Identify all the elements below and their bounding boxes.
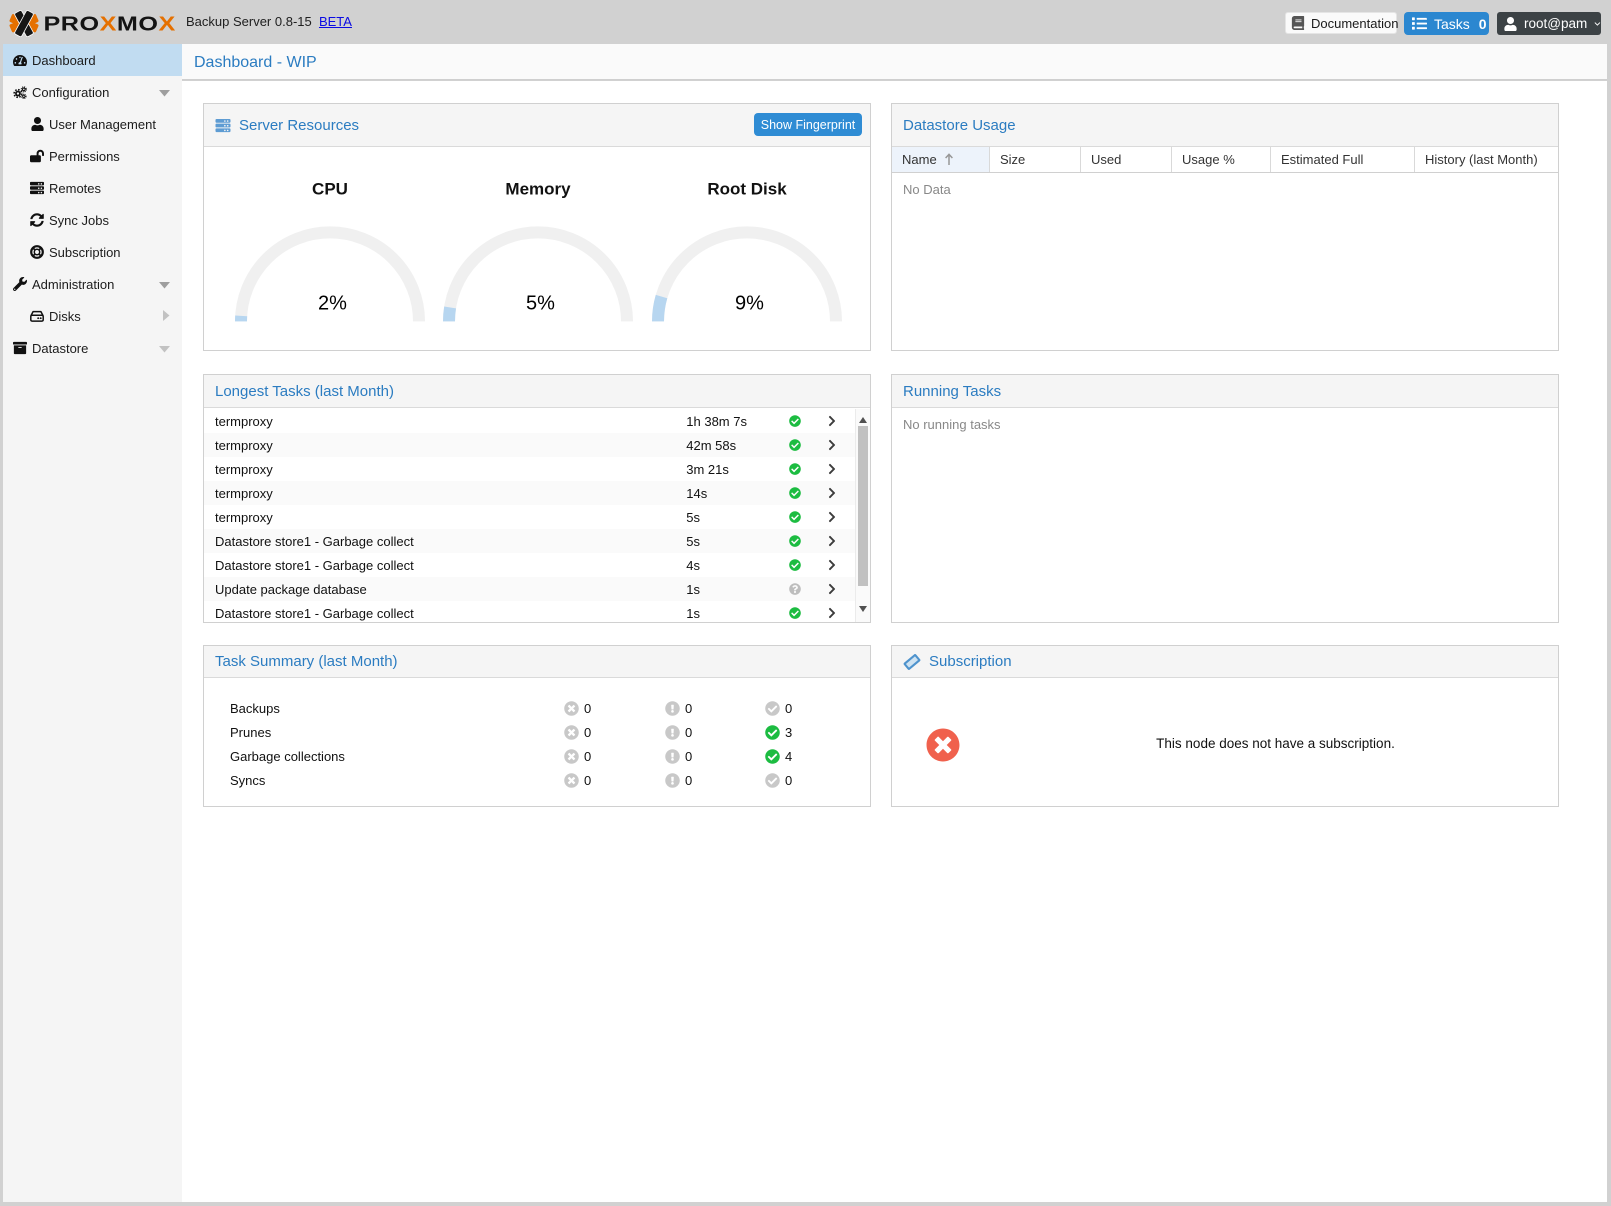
svg-text:2%: 2% (318, 293, 347, 315)
svg-text:PROXMOX: PROXMOX (44, 12, 176, 35)
svg-text:CPU: CPU (312, 180, 348, 199)
svg-text:9%: 9% (735, 293, 764, 315)
svg-text:Memory: Memory (505, 180, 571, 199)
svg-text:5%: 5% (526, 293, 555, 315)
svg-text:Root Disk: Root Disk (707, 180, 787, 199)
